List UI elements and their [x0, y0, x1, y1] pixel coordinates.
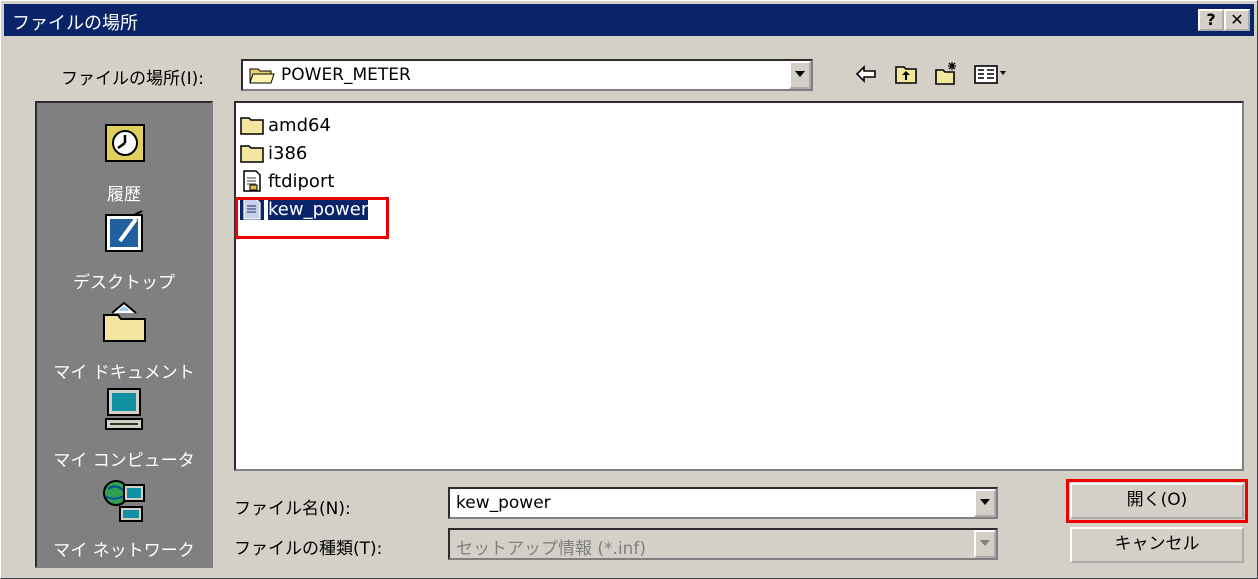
my-network-icon [103, 480, 145, 522]
file-open-dialog: ファイルの場所 ? ✕ ファイルの場所(I): POWER_METER 履歴 デ… [0, 0, 1258, 579]
view-menu-icon[interactable] [973, 61, 1007, 87]
place-history-label: 履歴 [107, 185, 141, 205]
places-bar: 履歴 デスクトップ マイ ドキュメント マイ コンピュータ マイ ネットワーク [35, 101, 213, 568]
place-my-computer-label: マイ コンピュータ [53, 451, 195, 471]
place-desktop[interactable]: デスクトップ [37, 209, 211, 293]
location-value: POWER_METER [281, 65, 411, 85]
folder-icon [240, 145, 264, 163]
place-my-network-label: マイ ネットワーク [53, 541, 195, 561]
file-item-amd64[interactable]: amd64 [240, 111, 331, 139]
filetype-value: セットアップ情報 (*.inf) [456, 539, 647, 559]
folder-icon [240, 117, 264, 135]
my-computer-icon [105, 388, 143, 430]
file-item-ftdiport[interactable]: ftdiport [240, 167, 334, 195]
filetype-combo[interactable]: セットアップ情報 (*.inf) [448, 528, 998, 560]
file-item-i386[interactable]: i386 [240, 139, 307, 167]
highlight-selected-file [235, 197, 389, 239]
place-my-documents[interactable]: マイ ドキュメント [37, 299, 211, 383]
location-dropdown-button[interactable] [789, 61, 811, 89]
place-my-computer[interactable]: マイ コンピュータ [37, 387, 211, 471]
new-folder-icon[interactable] [933, 61, 959, 87]
place-desktop-label: デスクトップ [73, 273, 175, 293]
filetype-dropdown-button[interactable] [974, 530, 996, 558]
folder-open-icon [249, 68, 275, 84]
close-button[interactable]: ✕ [1224, 9, 1250, 31]
filename-value: kew_power [456, 493, 551, 513]
my-documents-icon [103, 301, 146, 342]
filename-combo[interactable]: kew_power [448, 487, 998, 519]
highlight-open-button [1066, 479, 1248, 523]
desktop-icon [105, 210, 143, 252]
place-my-network[interactable]: マイ ネットワーク [37, 477, 211, 561]
filename-label: ファイル名(N): [234, 499, 351, 519]
window-title: ファイルの場所 [12, 13, 138, 34]
filename-dropdown-button[interactable] [974, 489, 996, 517]
location-combo[interactable]: POWER_METER [241, 59, 813, 91]
location-label: ファイルの場所(I): [61, 69, 205, 89]
help-button[interactable]: ? [1198, 9, 1224, 31]
file-name: i386 [268, 142, 308, 164]
title-bar[interactable]: ファイルの場所 ? ✕ [4, 4, 1254, 36]
setup-info-file-icon [243, 170, 261, 192]
place-my-documents-label: マイ ドキュメント [53, 363, 195, 383]
file-name: ftdiport [268, 170, 335, 192]
cancel-button[interactable]: キャンセル [1070, 527, 1244, 563]
back-arrow-icon[interactable] [853, 61, 879, 87]
up-folder-icon[interactable] [893, 61, 919, 87]
file-list[interactable]: amd64 i386 ftdiport kew_power [234, 101, 1244, 471]
place-history[interactable]: 履歴 [37, 121, 211, 205]
history-icon [105, 124, 145, 162]
file-name: amd64 [268, 114, 331, 136]
filetype-label: ファイルの種類(T): [234, 539, 383, 559]
